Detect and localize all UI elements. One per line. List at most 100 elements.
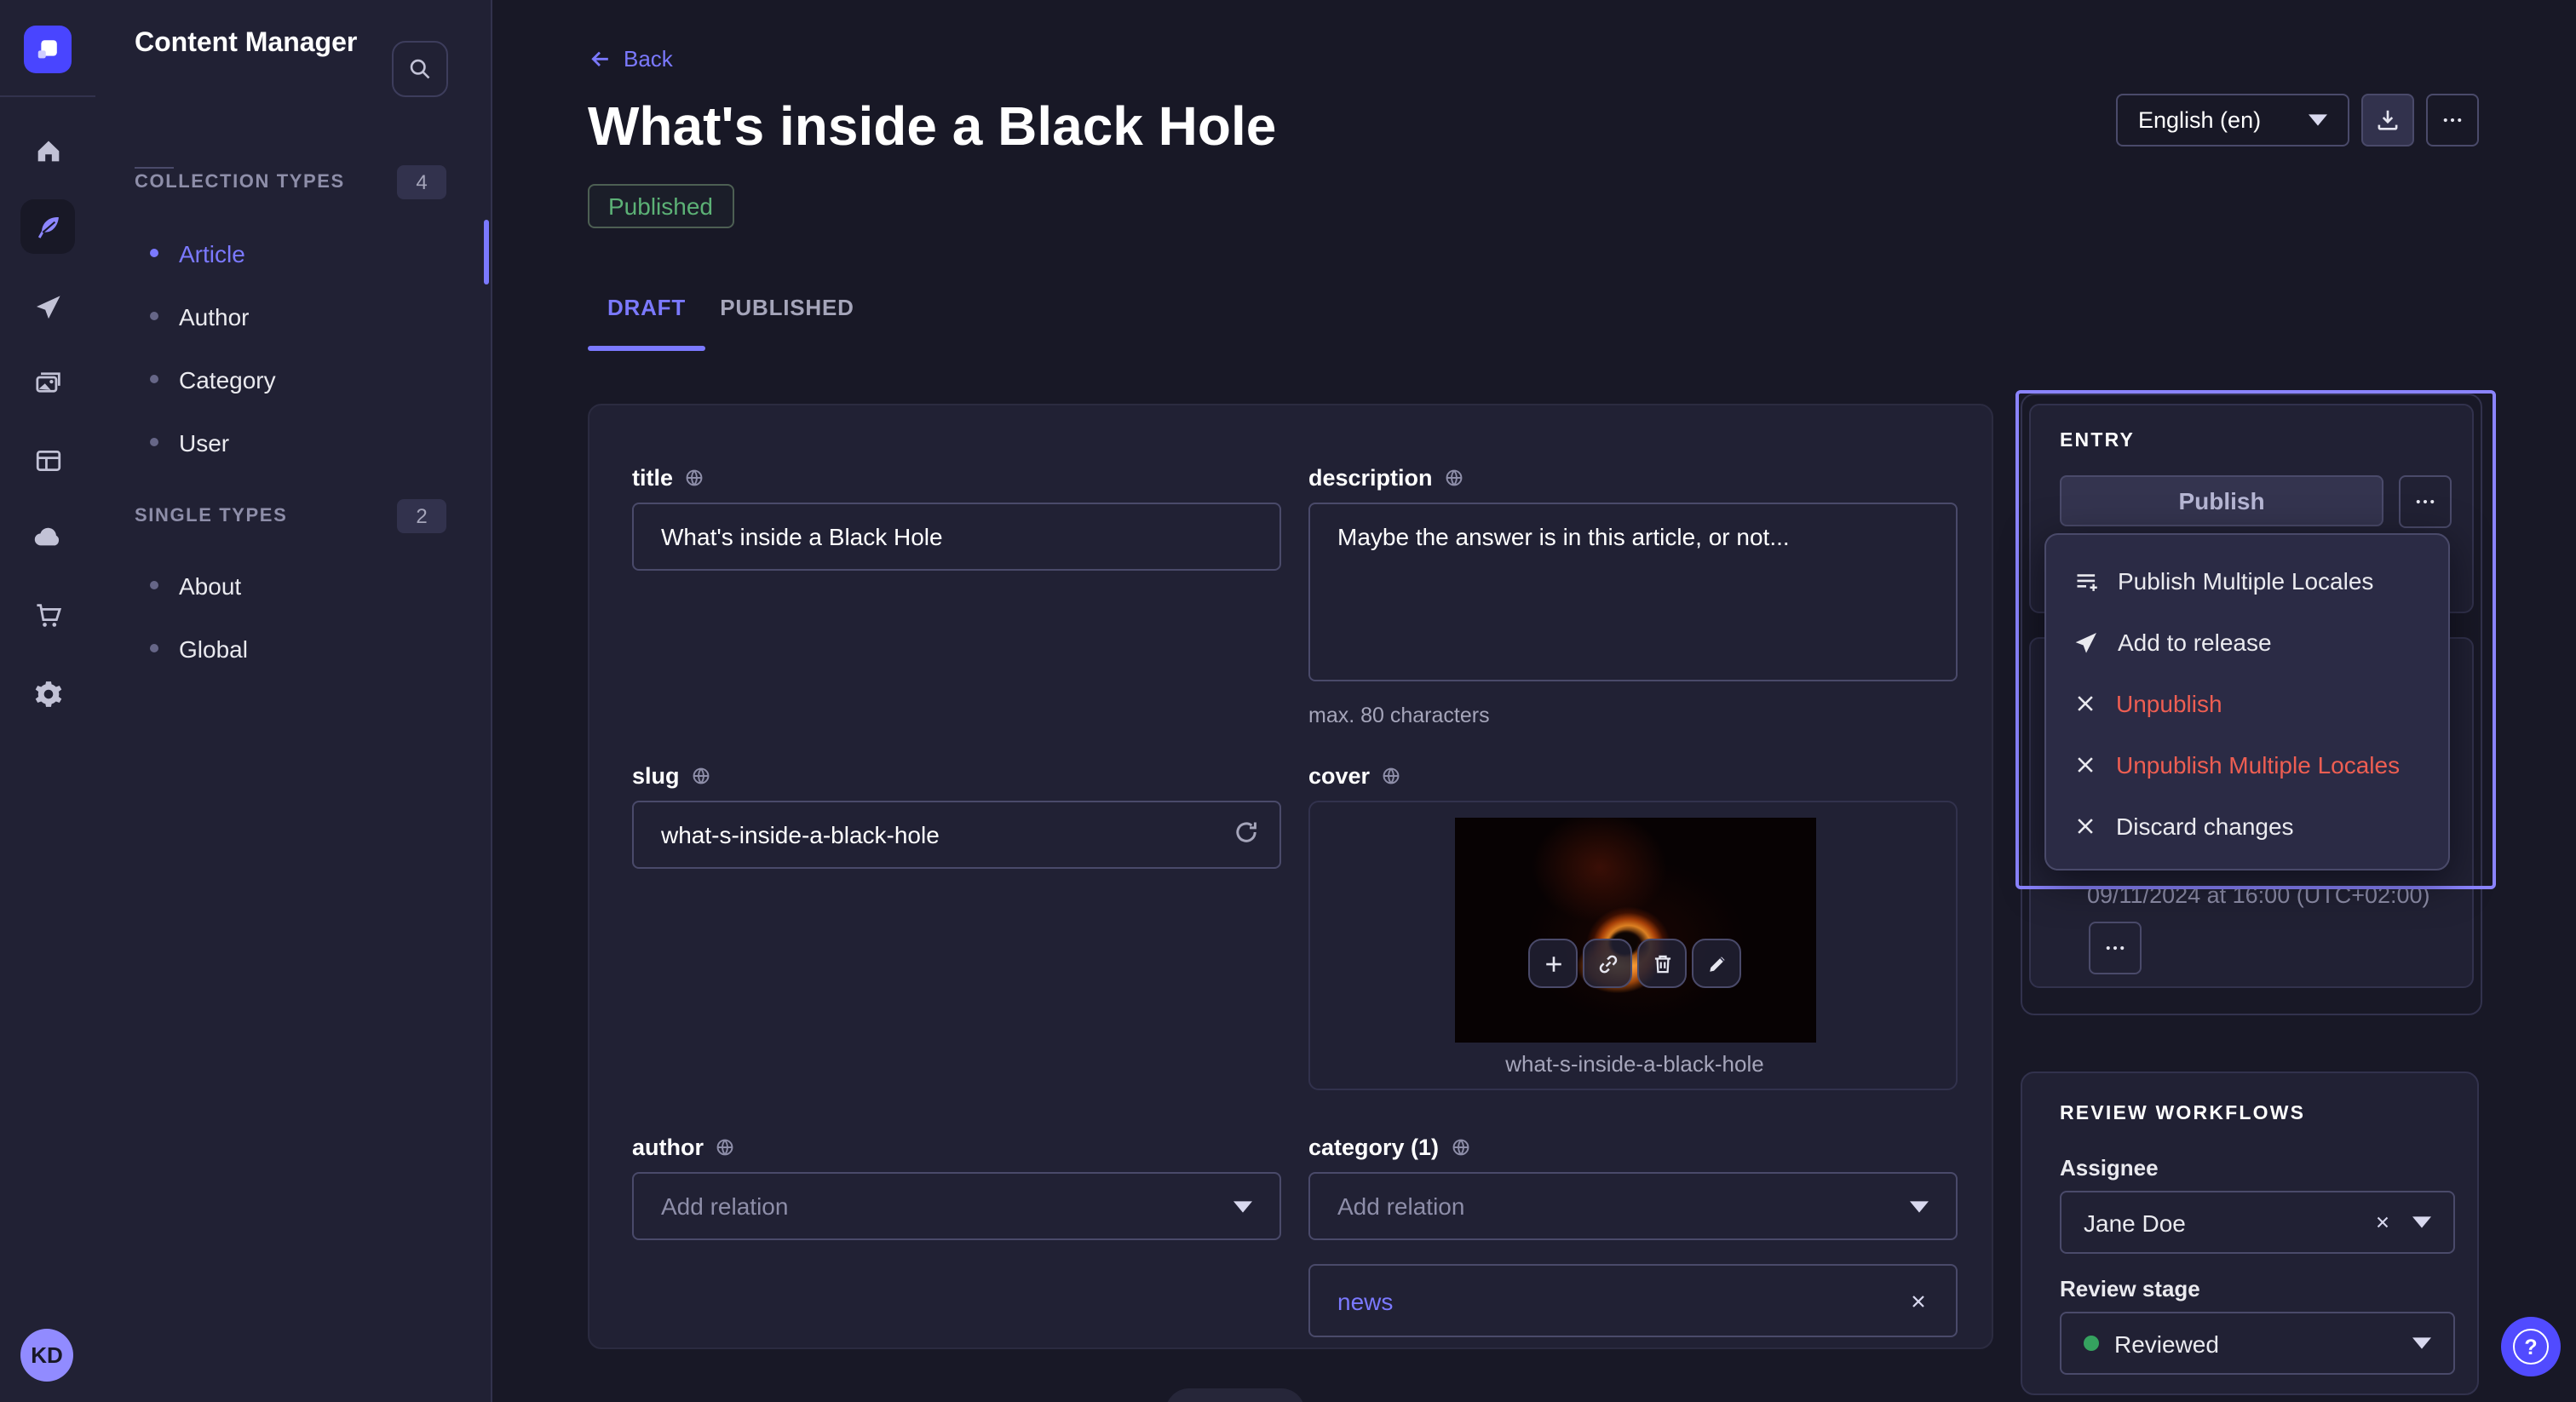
strapi-logo[interactable]: [24, 26, 72, 73]
add-asset-button[interactable]: [1528, 939, 1578, 988]
field-title: title: [632, 465, 1281, 571]
sidebar-item-marketplace[interactable]: [20, 588, 75, 642]
information-more-button[interactable]: [2089, 922, 2142, 974]
header-actions: English (en): [2116, 94, 2479, 147]
author-relation-select[interactable]: Add relation: [632, 1172, 1281, 1240]
description-textarea[interactable]: Maybe the answer is in this article, or …: [1308, 503, 1958, 681]
sidebar-item-home[interactable]: [20, 123, 75, 177]
sidebar-item-media-library[interactable]: [20, 354, 75, 409]
menu-item-label: Unpublish Multiple Locales: [2116, 751, 2400, 779]
regenerate-slug-button[interactable]: [1232, 818, 1261, 847]
page-title: What's inside a Black Hole: [588, 95, 1276, 158]
menu-item-unpublish-multiple-locales[interactable]: Unpublish Multiple Locales: [2046, 734, 2448, 796]
version-tabs: DRAFT PUBLISHED: [588, 284, 869, 344]
black-hole-image: [1455, 818, 1816, 1043]
field-cover: cover what-s-inside-a-black-hole: [1308, 763, 1958, 1090]
menu-item-discard-changes[interactable]: Discard changes: [2046, 796, 2448, 857]
cover-asset-card: what-s-inside-a-black-hole: [1308, 801, 1958, 1090]
sidebar-item-user[interactable]: User: [95, 411, 491, 474]
category-relation-item: news: [1308, 1264, 1958, 1337]
media-library-icon: [33, 367, 62, 396]
help-button[interactable]: ?: [2501, 1317, 2561, 1376]
scroll-to-bottom-pill[interactable]: [1165, 1388, 1305, 1402]
menu-item-label: Publish Multiple Locales: [2118, 567, 2373, 595]
assignee-value: Jane Doe: [2084, 1209, 2373, 1236]
field-author: author Add relation: [632, 1135, 1281, 1240]
sidebar-item-settings[interactable]: [20, 666, 75, 721]
ellipsis-icon: [2440, 107, 2465, 133]
chevron-down-icon: [2412, 1337, 2431, 1349]
sidebar-item-cloud[interactable]: [20, 509, 75, 564]
field-label-text: title: [632, 465, 673, 491]
field-label-text: category (1): [1308, 1135, 1439, 1160]
nav-item-label: Article: [179, 239, 245, 267]
sidebar-item-about[interactable]: About: [95, 554, 491, 617]
review-stage-select[interactable]: Reviewed: [2060, 1312, 2455, 1375]
header-more-button[interactable]: [2426, 94, 2479, 147]
stage-status-dot: [2084, 1336, 2099, 1351]
ellipsis-icon: [2412, 489, 2438, 514]
list-plus-icon: [2073, 568, 2099, 594]
section-label: SINGLE TYPES: [135, 506, 287, 526]
menu-item-publish-multiple-locales[interactable]: Publish Multiple Locales: [2046, 550, 2448, 612]
nav-item-label: Author: [179, 302, 250, 330]
chevron-down-icon: [1910, 1200, 1929, 1212]
field-slug-label: slug: [632, 763, 1281, 789]
nav-item-label: Global: [179, 635, 248, 662]
cloud-icon: [32, 521, 63, 552]
globe-icon: [1443, 467, 1465, 489]
edit-asset-button[interactable]: [1692, 939, 1741, 988]
category-relation-select[interactable]: Add relation: [1308, 1172, 1958, 1240]
collection-count-badge: 4: [397, 165, 446, 199]
delete-asset-button[interactable]: [1637, 939, 1687, 988]
globe-icon: [690, 765, 712, 787]
field-label-text: cover: [1308, 763, 1370, 789]
back-label: Back: [624, 46, 673, 72]
stage-text: Reviewed: [2114, 1330, 2219, 1357]
sidebar-item-author[interactable]: Author: [95, 284, 491, 348]
remove-relation-icon[interactable]: [1908, 1290, 1929, 1311]
menu-item-label: Add to release: [2118, 629, 2272, 656]
locale-select[interactable]: English (en): [2116, 94, 2349, 147]
feather-icon: [33, 212, 62, 241]
user-avatar[interactable]: KD: [20, 1329, 73, 1382]
pencil-icon: [1705, 951, 1728, 975]
menu-item-unpublish[interactable]: Unpublish: [2046, 673, 2448, 734]
section-label: COLLECTION TYPES: [135, 172, 345, 192]
assignee-select[interactable]: Jane Doe: [2060, 1191, 2455, 1254]
menu-item-add-to-release[interactable]: Add to release: [2046, 612, 2448, 673]
category-placeholder: Add relation: [1337, 1192, 1464, 1220]
chevron-down-icon: [2309, 114, 2327, 126]
clear-icon[interactable]: [2373, 1213, 2392, 1232]
field-label-text: slug: [632, 763, 680, 789]
sidebar-item-article[interactable]: Article: [95, 221, 491, 284]
entry-panel-title: ENTRY: [2060, 431, 2135, 451]
export-button[interactable]: [2361, 94, 2414, 147]
bullet-icon: [150, 375, 158, 383]
ellipsis-icon: [2102, 935, 2128, 961]
copy-link-button[interactable]: [1583, 939, 1632, 988]
bullet-icon: [150, 312, 158, 320]
entry-more-button[interactable]: [2399, 475, 2452, 528]
title-input[interactable]: [632, 503, 1281, 571]
home-icon: [33, 135, 62, 164]
publish-button[interactable]: Publish: [2060, 475, 2383, 526]
field-category-label: category (1): [1308, 1135, 1958, 1160]
bullet-icon: [150, 438, 158, 446]
sidebar-item-content-type-builder[interactable]: [20, 433, 75, 487]
sidebar-item-content-manager[interactable]: [20, 199, 75, 254]
sidebar-item-releases[interactable]: [20, 279, 75, 334]
status-badge: Published: [588, 184, 733, 228]
back-link[interactable]: Back: [588, 46, 673, 72]
author-placeholder: Add relation: [661, 1192, 788, 1220]
tab-draft[interactable]: DRAFT: [588, 284, 705, 344]
tab-published[interactable]: PUBLISHED: [705, 284, 869, 344]
slug-input[interactable]: [632, 801, 1281, 869]
single-count-badge: 2: [397, 499, 446, 533]
trash-icon: [1650, 951, 1674, 975]
sidebar-item-global[interactable]: Global: [95, 617, 491, 680]
plus-icon: [1541, 951, 1565, 975]
sidebar-item-category[interactable]: Category: [95, 348, 491, 411]
search-button[interactable]: [392, 41, 448, 97]
relation-link[interactable]: news: [1337, 1287, 1393, 1314]
